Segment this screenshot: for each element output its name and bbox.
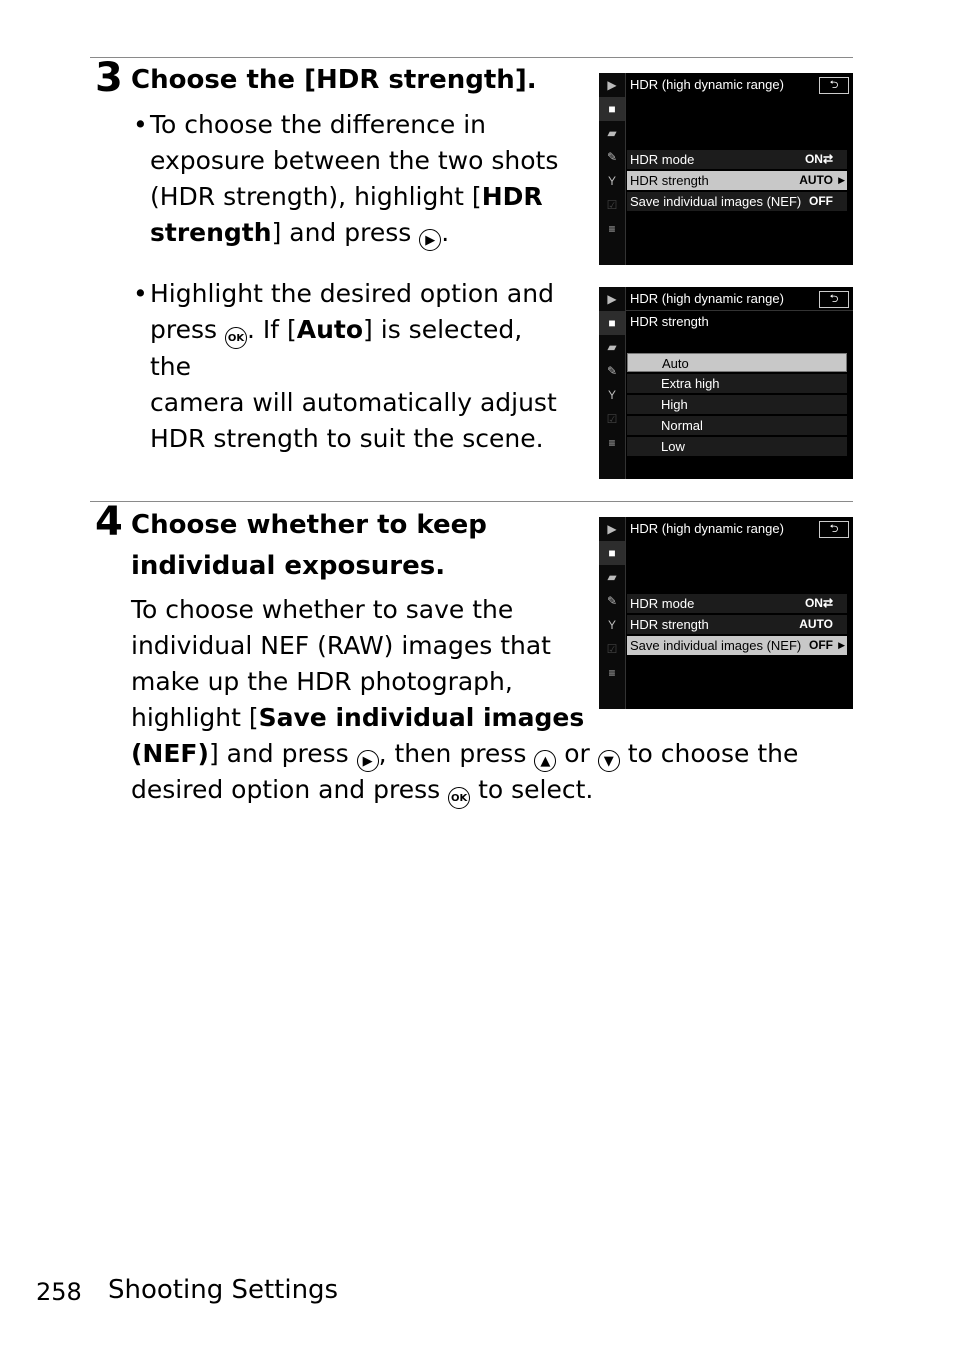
photo-shooting-icon: ■ bbox=[599, 97, 625, 121]
playback-icon: ▶ bbox=[607, 522, 617, 536]
photo-shooting-icon: ■ bbox=[599, 311, 625, 335]
photo-shooting-icon: ■ bbox=[599, 541, 625, 565]
screen-title: HDR (high dynamic range) bbox=[630, 291, 784, 306]
divider bbox=[90, 501, 853, 502]
ok-button-icon: OK bbox=[448, 787, 471, 809]
arrow-right-icon: ▶ bbox=[838, 640, 845, 650]
step3-bullet2: Highlight the desired option and press O… bbox=[150, 279, 557, 453]
movie-icon: ▰ bbox=[607, 570, 617, 584]
back-icon: ⮌ bbox=[819, 291, 849, 308]
screen-subtitle: HDR strength bbox=[630, 314, 709, 329]
step-heading: Choose whether to keep individual exposu… bbox=[131, 510, 487, 581]
camera-screen-hdr-menu: ▶ ■ ▰ ✎ Y ☑ ≡ HDR (high dynamic range) ⮌… bbox=[599, 73, 853, 265]
setup-wrench-icon: Y bbox=[607, 174, 616, 188]
back-icon: ⮌ bbox=[819, 77, 849, 94]
my-menu-icon: ≡ bbox=[608, 436, 616, 450]
multi-selector-right-icon: ▶ bbox=[419, 229, 442, 251]
custom-settings-icon: ✎ bbox=[606, 594, 618, 608]
menu-row-save-nef: Save individual images (NEF) OFF ▶ bbox=[627, 636, 847, 655]
multi-selector-up-icon: ▲ bbox=[534, 750, 557, 772]
screen-title: HDR (high dynamic range) bbox=[630, 77, 784, 92]
manual-page: 3 Choose the [HDR strength]. • To choose… bbox=[0, 0, 954, 1345]
playback-icon: ▶ bbox=[607, 78, 617, 92]
screen-title: HDR (high dynamic range) bbox=[630, 521, 784, 536]
multi-selector-down-icon: ▼ bbox=[597, 750, 620, 772]
setup-wrench-icon: Y bbox=[607, 388, 616, 402]
custom-settings-icon: ✎ bbox=[606, 364, 618, 378]
my-menu-icon: ≡ bbox=[608, 222, 616, 236]
option-low: Low bbox=[627, 437, 847, 456]
menu-row-hdr-strength: HDR strength AUTO ▶ bbox=[627, 171, 847, 190]
menu-row-save-nef: Save individual images (NEF) OFF bbox=[627, 192, 847, 211]
camera-sidebar: ▶ ■ ▰ ✎ Y ☑ ≡ bbox=[599, 517, 626, 709]
arrow-right-icon: ▶ bbox=[838, 175, 845, 185]
bullet-dot: • bbox=[133, 279, 148, 308]
camera-screen-hdr-strength: ▶ ■ ▰ ✎ Y ☑ ≡ HDR (high dynamic range) ⮌… bbox=[599, 287, 853, 479]
back-icon: ⮌ bbox=[819, 521, 849, 538]
bullet-dot: • bbox=[133, 110, 148, 139]
option-high: High bbox=[627, 395, 847, 414]
camera-sidebar: ▶ ■ ▰ ✎ Y ☑ ≡ bbox=[599, 73, 626, 265]
retouch-icon: ☑ bbox=[606, 412, 618, 426]
step-heading: Choose the [HDR strength]. bbox=[131, 65, 537, 95]
ok-button-icon: OK bbox=[224, 327, 247, 349]
playback-icon: ▶ bbox=[607, 292, 617, 306]
step-number: 3 bbox=[95, 55, 123, 101]
option-normal: Normal bbox=[627, 416, 847, 435]
retouch-icon: ☑ bbox=[606, 198, 618, 212]
multi-selector-right-icon: ▶ bbox=[356, 750, 379, 772]
retouch-icon: ☑ bbox=[606, 642, 618, 656]
step3-bullet1: To choose the difference in exposure bet… bbox=[150, 107, 570, 251]
camera-screen-save-nef: ▶ ■ ▰ ✎ Y ☑ ≡ HDR (high dynamic range) ⮌… bbox=[599, 517, 853, 709]
setup-wrench-icon: Y bbox=[607, 618, 616, 632]
menu-row-hdr-strength: HDR strength AUTO bbox=[627, 615, 847, 634]
option-auto: Auto bbox=[627, 353, 847, 372]
option-extra-high: Extra high bbox=[627, 374, 847, 393]
camera-sidebar: ▶ ■ ▰ ✎ Y ☑ ≡ bbox=[599, 287, 626, 479]
menu-row-hdr-mode: HDR mode ON⇄ bbox=[627, 150, 847, 169]
step-number: 4 bbox=[95, 499, 123, 545]
custom-settings-icon: ✎ bbox=[606, 150, 618, 164]
menu-row-hdr-mode: HDR mode ON⇄ bbox=[627, 594, 847, 613]
page-number: 258 bbox=[36, 1278, 82, 1306]
divider bbox=[90, 57, 853, 58]
movie-icon: ▰ bbox=[607, 340, 617, 354]
my-menu-icon: ≡ bbox=[608, 666, 616, 680]
movie-icon: ▰ bbox=[607, 126, 617, 140]
section-title: Shooting Settings bbox=[108, 1275, 339, 1305]
